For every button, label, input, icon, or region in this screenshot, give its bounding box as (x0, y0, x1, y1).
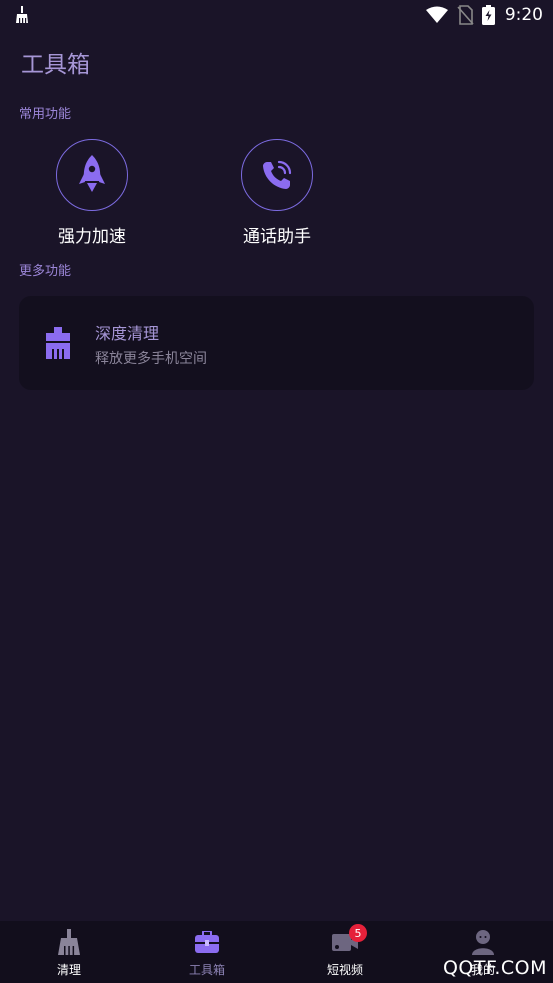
common-section-label: 常用功能 (19, 107, 72, 122)
boost-button[interactable]: 强力加速 (37, 139, 147, 247)
broom-icon (58, 929, 80, 955)
nav-tab-toolbox[interactable]: 工具箱 (162, 929, 252, 978)
page-title: 工具箱 (21, 52, 90, 78)
call-assistant-label: 通话助手 (243, 227, 311, 247)
nav-label-toolbox: 工具箱 (188, 963, 225, 977)
call-assistant-button[interactable]: 通话助手 (222, 139, 332, 247)
nav-label-video: 短视频 (326, 963, 363, 977)
boost-label: 强力加速 (58, 227, 126, 247)
more-section-label: 更多功能 (19, 264, 72, 279)
nav-label-clean: 清理 (56, 963, 81, 977)
watermark: QQTF.COM (442, 957, 547, 979)
toolbox-icon (195, 931, 219, 953)
nav-tab-clean[interactable]: 清理 (24, 929, 114, 978)
cleaner-notification-icon (16, 6, 28, 23)
phone-call-icon (263, 160, 292, 189)
no-sim-icon (457, 5, 474, 25)
brush-icon (46, 327, 70, 359)
call-icon-circle (241, 139, 313, 211)
status-bar: 9:20 (0, 0, 553, 32)
nav-tab-video[interactable]: 5 短视频 (300, 924, 390, 978)
user-icon (472, 930, 494, 955)
status-time: 9:20 (504, 5, 543, 25)
deep-clean-title: 深度清理 (95, 324, 160, 343)
deep-clean-subtitle: 释放更多手机空间 (95, 351, 207, 367)
rocket-icon (79, 155, 105, 192)
boost-icon-circle (56, 139, 128, 211)
deep-clean-card[interactable]: 深度清理 释放更多手机空间 (19, 296, 534, 390)
battery-charging-icon (481, 5, 495, 25)
video-badge: 5 (349, 924, 367, 942)
wifi-icon (425, 6, 448, 23)
